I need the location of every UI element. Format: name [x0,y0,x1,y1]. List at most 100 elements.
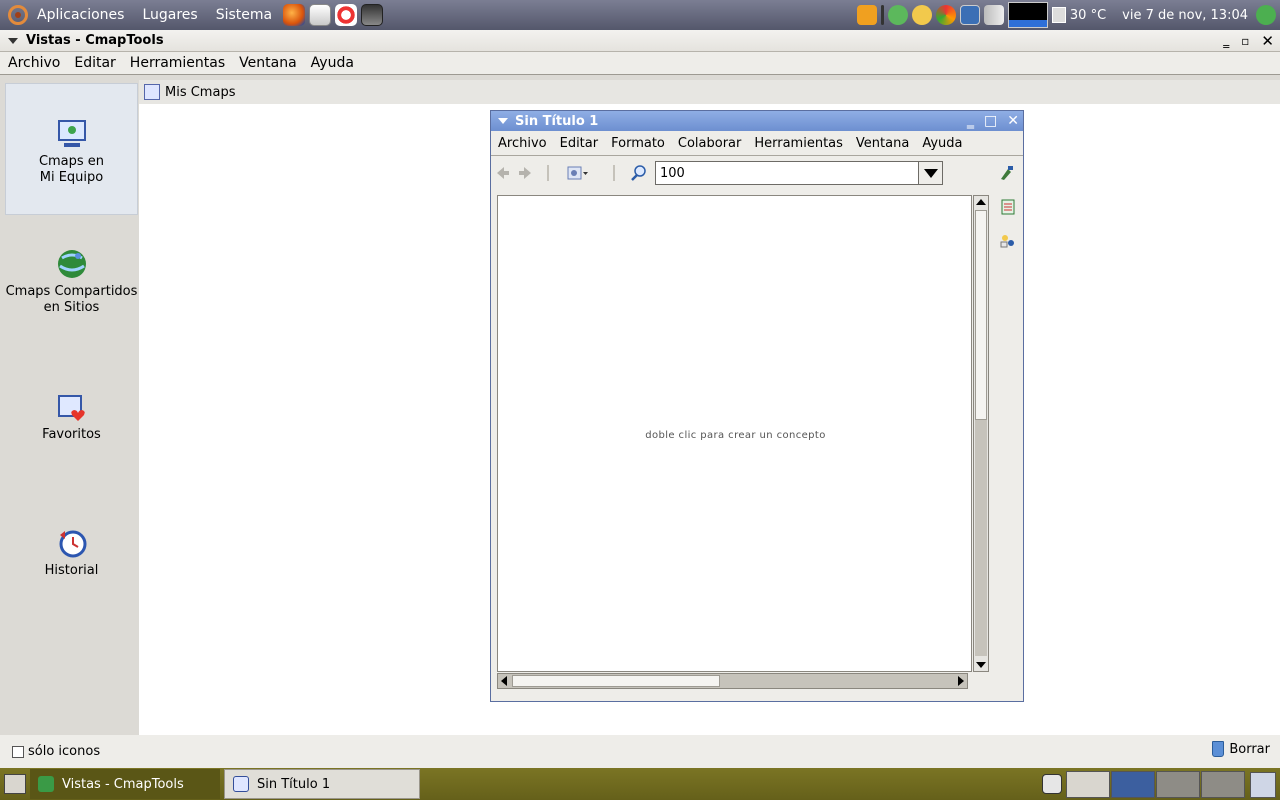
scroll-up-icon[interactable] [976,199,986,205]
clock[interactable]: vie 7 de nov, 13:04 [1122,8,1248,23]
cmap-close-icon[interactable]: ✕ [1007,113,1019,129]
view-shared-sites-label-1: Cmaps Compartidos [5,284,138,299]
collaboration-icon[interactable] [1000,233,1016,249]
views-pane: Cmaps en Mi Equipo Cmaps Compartidos en … [0,78,139,735]
scroll-down-icon[interactable] [976,662,986,668]
vertical-scroll-thumb[interactable] [975,210,987,420]
zoom-icon[interactable] [631,165,647,181]
temperature-icon [1051,7,1066,23]
globe-icon [56,248,88,280]
delete-label: Borrar [1229,741,1270,757]
cmap-editor-window: Sin Título 1 ‗ □ ✕ Archivo Editar Format… [490,110,1024,702]
my-cmaps-header[interactable]: Mis Cmaps [139,80,1280,104]
cmap-menu-archivo[interactable]: Archivo [492,136,553,151]
help-launcher-icon[interactable] [335,4,358,26]
styles-icon[interactable] [998,165,1014,181]
cmap-window-title: Sin Título 1 [515,113,599,129]
messenger-icon[interactable] [911,5,932,25]
cmap-menu-herramientas[interactable]: Herramientas [748,136,849,151]
ubuntu-logo-icon[interactable] [8,5,28,25]
menu-herramientas[interactable]: Herramientas [124,55,231,71]
trash-icon [1212,741,1225,757]
delete-button[interactable]: Borrar [1212,741,1270,757]
cmap-menubar: Archivo Editar Formato Colaborar Herrami… [491,131,1023,156]
horizontal-scroll-thumb[interactable] [512,675,720,687]
menu-ventana[interactable]: Ventana [233,55,303,71]
task-vistas-cmaptools[interactable]: Vistas - CmapTools [30,769,220,799]
close-icon[interactable]: ✕ [1261,32,1274,50]
only-icons-checkbox[interactable] [12,745,24,758]
computer-icon [56,118,88,150]
cmap-maximize-icon[interactable]: □ [984,113,997,129]
vertical-scroll-track[interactable] [975,420,987,656]
view-my-computer[interactable]: Cmaps en Mi Equipo [5,83,138,215]
firefox-launcher-icon[interactable] [283,4,306,26]
views-footer: sólo iconos Borrar [0,735,1280,768]
menu-archivo[interactable]: Archivo [2,55,66,71]
menu-applications[interactable]: Aplicaciones [28,7,133,23]
network-icon[interactable] [959,5,980,25]
update-icon[interactable] [887,5,908,25]
menu-places[interactable]: Lugares [133,7,206,23]
trash-applet-icon[interactable] [1250,772,1276,798]
view-favorites-label: Favoritos [42,427,101,442]
cmap-menu-colaborar[interactable]: Colaborar [672,136,747,151]
horizontal-scrollbar[interactable] [497,673,968,689]
runner-icon[interactable] [1256,5,1276,25]
main-menubar: Archivo Editar Herramientas Ventana Ayud… [0,52,1280,75]
workspace-4[interactable] [1201,771,1245,798]
cmap-task-icon [233,776,249,792]
view-mode-dropdown-icon[interactable] [567,165,589,181]
scroll-right-icon[interactable] [958,676,964,686]
workspace-1[interactable] [1066,771,1110,798]
menu-ayuda[interactable]: Ayuda [305,55,360,71]
app-tray-icon[interactable] [935,5,956,25]
screen-launcher-icon[interactable] [361,4,384,26]
cmap-menu-ayuda[interactable]: Ayuda [916,136,968,151]
forward-arrow-icon[interactable] [517,165,533,181]
workspace-2[interactable] [1111,771,1155,798]
zoom-combobox[interactable] [655,161,943,185]
minimize-icon[interactable]: ‗ [1223,34,1229,48]
back-arrow-icon[interactable] [495,165,511,181]
cmap-window-titlebar[interactable]: Sin Título 1 ‗ □ ✕ [491,111,1023,131]
scroll-left-icon[interactable] [501,676,507,686]
cmap-menu-editar[interactable]: Editar [554,136,605,151]
view-favorites[interactable]: Favoritos [5,391,138,445]
vertical-scrollbar[interactable] [973,195,989,672]
menu-system[interactable]: Sistema [207,7,281,23]
toolbar-separator-2 [613,165,615,181]
cmap-menu-ventana[interactable]: Ventana [850,136,915,151]
menu-editar[interactable]: Editar [68,55,121,71]
view-history-label: Historial [44,563,99,578]
view-shared-sites[interactable]: Cmaps Compartidos en Sitios [5,248,138,318]
cmap-canvas[interactable]: doble clic para crear un concepto [497,195,972,672]
volume-icon[interactable] [983,5,1004,25]
show-desktop-icon[interactable] [4,774,26,794]
task-vistas-label: Vistas - CmapTools [62,776,184,792]
workspace-3[interactable] [1156,771,1200,798]
window-menu-icon[interactable] [8,37,18,44]
cmap-window-menu-icon[interactable] [498,118,508,124]
zoom-input[interactable] [656,163,916,183]
view-my-computer-label-1: Cmaps en [38,154,105,169]
view-shared-sites-label-2: en Sitios [43,300,100,315]
outline-icon[interactable] [1000,199,1016,215]
only-icons-toggle[interactable]: sólo iconos [12,744,100,759]
main-window-titlebar: Vistas - CmapTools ‗ ▫ ✕ [0,30,1280,52]
maximize-icon[interactable]: ▫ [1241,34,1249,48]
toolbar-separator [547,165,549,181]
task-sin-titulo-label: Sin Título 1 [257,776,331,792]
my-cmaps-label: Mis Cmaps [165,84,236,100]
system-monitor-graph[interactable] [1007,2,1048,28]
key-icon[interactable] [856,5,877,25]
zoom-dropdown-icon[interactable] [918,162,942,184]
main-window-title: Vistas - CmapTools [26,33,164,48]
cmap-menu-formato[interactable]: Formato [605,136,671,151]
cmap-minimize-icon[interactable]: ‗ [967,113,974,129]
only-icons-label: sólo iconos [28,744,101,759]
task-sin-titulo[interactable]: Sin Título 1 [224,769,420,799]
mail-launcher-icon[interactable] [309,4,332,26]
view-history[interactable]: Historial [5,527,138,581]
lock-screen-icon[interactable] [1042,774,1062,794]
